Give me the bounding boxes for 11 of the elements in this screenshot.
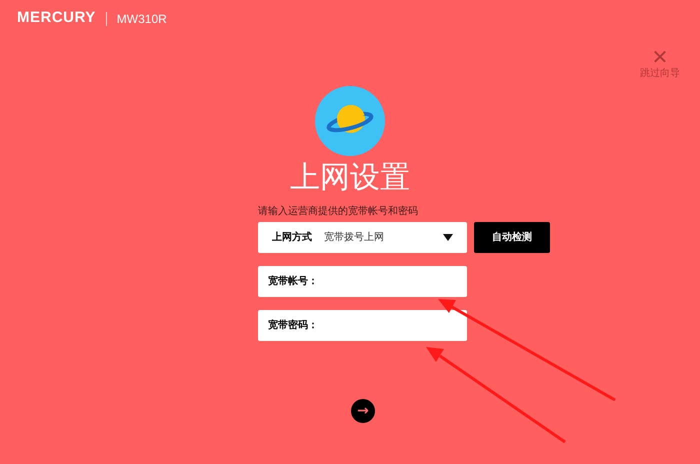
page-title: 上网设置 [290, 160, 410, 196]
connection-type-select[interactable]: 上网方式 宽带拨号上网 [258, 222, 467, 253]
auto-detect-button[interactable]: 自动检测 [474, 222, 550, 253]
planet-icon [315, 86, 385, 156]
input-field[interactable]: 宽带帐号： [258, 266, 467, 297]
input-field[interactable]: 宽带密码： [258, 310, 467, 341]
instruction-text: 请输入运营商提供的宽带帐号和密码 [258, 206, 419, 218]
dropdown-caret-icon [443, 234, 453, 241]
brand-logo: MERCURY [17, 8, 96, 28]
model-name: MW310R [116, 10, 167, 28]
next-button[interactable]: → [351, 399, 375, 423]
